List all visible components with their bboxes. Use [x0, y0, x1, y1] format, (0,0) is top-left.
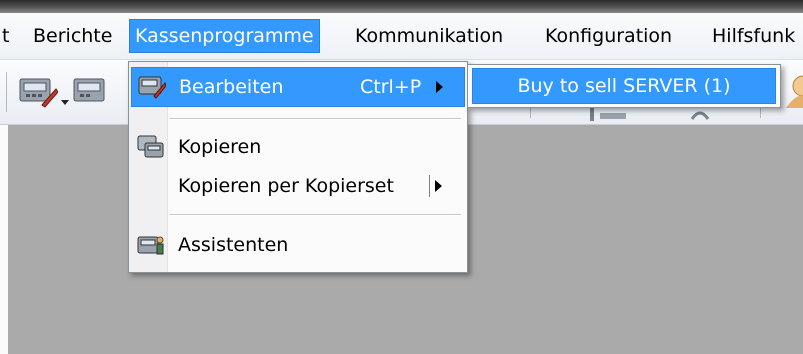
- menu-item-berichte[interactable]: Berichte: [28, 20, 117, 52]
- menu-item-label: Bearbeiten: [179, 76, 284, 98]
- menu-item-bearbeiten[interactable]: Bearbeiten Ctrl+P: [131, 67, 465, 107]
- menu-divider: [169, 214, 461, 216]
- menu-item-label: Kopieren: [178, 136, 262, 158]
- menu-item-konfiguration[interactable]: Konfiguration: [540, 20, 677, 52]
- menu-item-kommunikation[interactable]: Kommunikation: [350, 20, 508, 52]
- user-icon[interactable]: [786, 74, 803, 113]
- menu-item-truncated[interactable]: t: [0, 20, 14, 52]
- menu-item-label: Kopieren per Kopierset: [178, 175, 394, 197]
- menu-bar: t Berichte Kassenprogramme Kommunikation…: [0, 13, 803, 60]
- submenu-arrow-icon: [435, 180, 442, 192]
- menu-item-kassenprogramme[interactable]: Kassenprogramme: [129, 19, 320, 53]
- submenu-item-buy-to-sell-server[interactable]: Buy to sell SERVER (1): [472, 68, 776, 104]
- menu-item-label: Assistenten: [178, 234, 289, 256]
- bearbeiten-submenu: Buy to sell SERVER (1): [467, 64, 781, 108]
- menu-item-kopieren[interactable]: Kopieren: [131, 128, 463, 166]
- register-edit-icon: [138, 74, 167, 105]
- menu-divider: [169, 118, 461, 120]
- copy-register-icon: [137, 134, 165, 165]
- register-edit-icon[interactable]: [18, 75, 59, 114]
- submenu-arrow-icon: [436, 81, 443, 93]
- dropdown-arrow-icon[interactable]: [60, 90, 70, 112]
- window-top-border: [0, 0, 803, 13]
- submenu-separator: [429, 175, 430, 197]
- menu-item-assistenten[interactable]: Assistenten: [131, 226, 463, 264]
- kassenprogramme-dropdown-menu: Bearbeiten Ctrl+P Kopieren Kopieren per …: [128, 61, 468, 273]
- menu-item-hilfsfunktionen[interactable]: Hilfsfunk: [707, 20, 800, 52]
- register-icon[interactable]: [72, 75, 112, 114]
- menu-item-shortcut: Ctrl+P: [360, 76, 422, 98]
- wizard-icon: [137, 232, 165, 263]
- menu-item-kopieren-per-kopierset[interactable]: Kopieren per Kopierset: [131, 167, 463, 205]
- workspace-border: [0, 125, 8, 354]
- toolbar-separator: [6, 72, 7, 112]
